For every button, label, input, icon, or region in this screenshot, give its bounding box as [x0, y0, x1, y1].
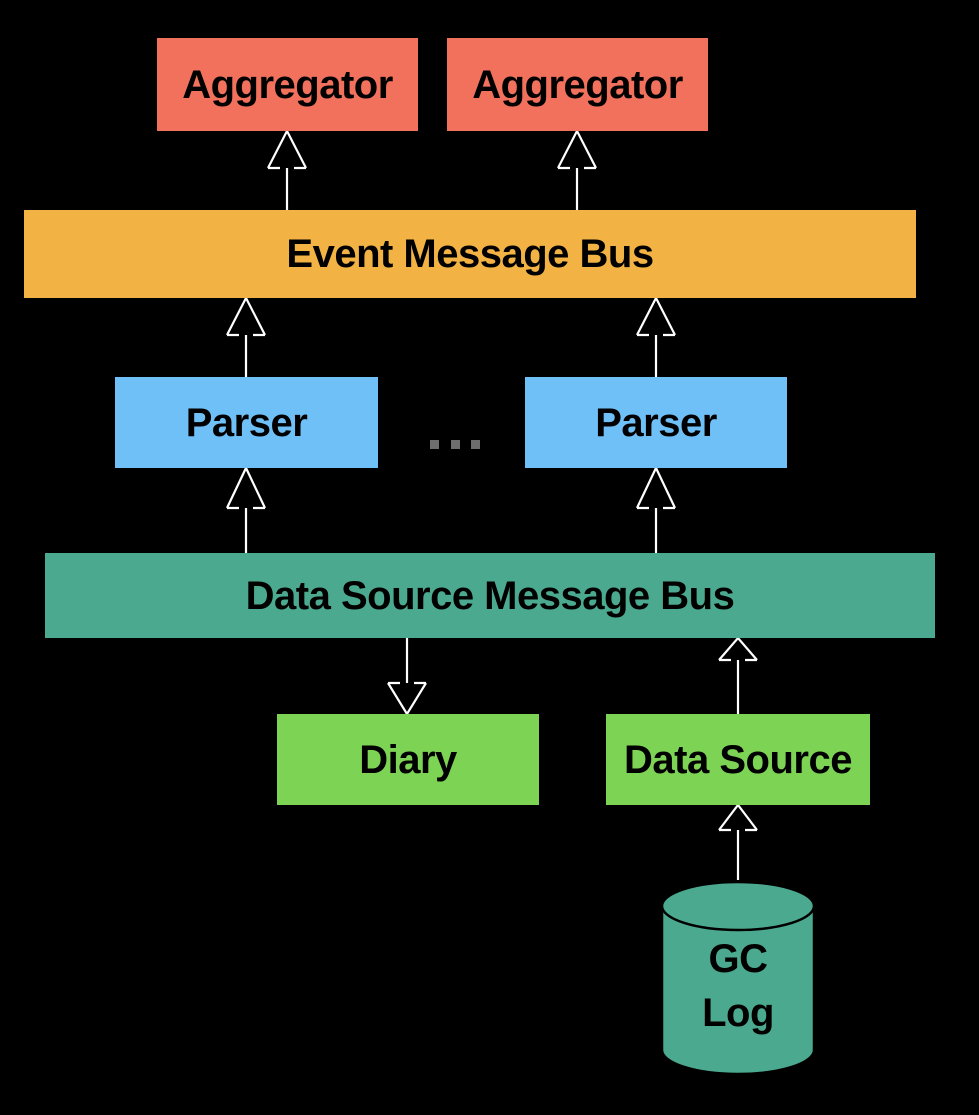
ellipsis-dot	[471, 439, 480, 449]
node-label-line-2: Log	[702, 991, 774, 1035]
edge-eventbus-to-aggregator-1	[267, 128, 307, 210]
node-event-message-bus[interactable]: Event Message Bus	[24, 210, 916, 298]
node-data-source[interactable]: Data Source	[606, 714, 870, 805]
node-aggregator-2[interactable]: Aggregator	[447, 38, 708, 131]
node-label: Parser	[185, 400, 308, 445]
node-label: Parser	[595, 400, 717, 445]
node-diary[interactable]: Diary	[277, 714, 539, 805]
node-label: Aggregator	[182, 62, 393, 107]
edge-parser2-to-eventbus	[636, 295, 676, 377]
edge-dsbus-to-parser1	[226, 465, 266, 553]
ellipsis-dot	[430, 439, 439, 449]
diagram-canvas: .lnk { stroke:#ffffff; stroke-width:2.2;…	[0, 0, 979, 1115]
node-label-block: GC Log	[660, 932, 816, 1040]
parser-ellipsis	[430, 436, 480, 452]
node-gc-log-database[interactable]: GC Log	[660, 880, 816, 1076]
edge-dsbus-to-parser2	[636, 465, 676, 553]
node-label-line-1: GC	[708, 937, 769, 981]
node-aggregator-1[interactable]: Aggregator	[157, 38, 418, 131]
node-data-source-message-bus[interactable]: Data Source Message Bus	[45, 553, 935, 638]
edge-datasource-to-dsbus	[718, 636, 758, 714]
edge-parser1-to-eventbus	[226, 295, 266, 377]
ellipsis-dot	[450, 439, 460, 449]
edge-gclog-to-datasource	[718, 803, 758, 880]
node-label: Event Message Bus	[286, 232, 654, 276]
node-label: Data Source Message Bus	[245, 573, 735, 618]
node-parser-1[interactable]: Parser	[115, 377, 378, 468]
node-label: Diary	[359, 737, 457, 782]
edge-dsbus-to-diary	[387, 638, 427, 717]
node-parser-2[interactable]: Parser	[525, 377, 787, 468]
node-label: Data Source	[624, 737, 852, 782]
edge-eventbus-to-aggregator-2	[557, 128, 597, 210]
node-label: Aggregator	[472, 62, 683, 107]
